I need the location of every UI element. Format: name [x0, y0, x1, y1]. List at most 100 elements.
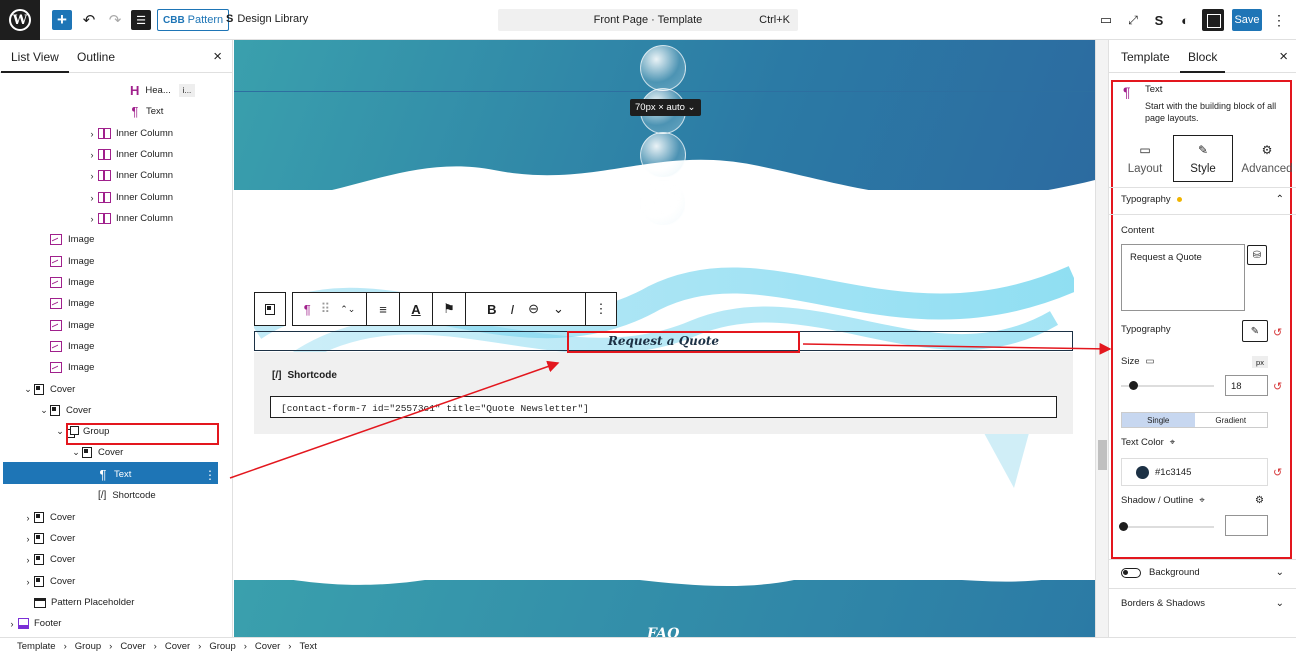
save-button[interactable]: Save: [1232, 9, 1262, 31]
chevron-right-icon[interactable]: ›: [86, 171, 98, 181]
tree-item-footer[interactable]: › Footer: [6, 613, 61, 634]
chevron-right-icon[interactable]: ›: [22, 513, 34, 523]
chevron-right-icon[interactable]: ›: [22, 577, 34, 587]
shadow-slider[interactable]: [1119, 522, 1214, 531]
chevron-down-icon[interactable]: ⌄: [38, 405, 50, 416]
chevron-down-icon[interactable]: ⌄: [22, 384, 34, 395]
hover-state-icon[interactable]: ⌖: [1170, 437, 1175, 448]
borders-shadows-label[interactable]: Borders & Shadows: [1121, 598, 1205, 609]
tree-item-column[interactable]: › Inner Column: [86, 208, 173, 229]
tree-item-image[interactable]: Image: [38, 315, 94, 336]
breadcrumb-item[interactable]: Template: [17, 641, 56, 652]
tab-style[interactable]: ✎ Style: [1173, 135, 1233, 182]
content-textarea[interactable]: Request a Quote: [1121, 244, 1245, 311]
edit-typography-icon[interactable]: ✎: [1242, 320, 1268, 342]
chevron-right-icon[interactable]: ›: [22, 534, 34, 544]
unit-select[interactable]: px: [1252, 356, 1268, 368]
drag-handle-icon[interactable]: ⠿: [321, 301, 331, 317]
breadcrumb-item[interactable]: Cover: [255, 641, 280, 652]
options-menu-icon[interactable]: ⋮: [1272, 9, 1286, 31]
wordpress-logo-button[interactable]: W: [0, 0, 40, 40]
chevron-right-icon[interactable]: ›: [86, 214, 98, 224]
italic-icon[interactable]: I: [510, 302, 514, 317]
block-options-icon[interactable]: ⋮: [585, 292, 617, 326]
size-badge[interactable]: 70px × auto ⌄: [630, 99, 701, 116]
chevron-right-icon[interactable]: ›: [86, 193, 98, 203]
close-icon[interactable]: ×: [1279, 48, 1288, 65]
chevron-up-icon[interactable]: ⌃: [1276, 194, 1284, 205]
scroll-thumb[interactable]: [1098, 440, 1107, 470]
chevron-down-icon[interactable]: ⌄: [1276, 567, 1284, 578]
move-updown-icon[interactable]: ⌃⌄: [340, 304, 355, 315]
tab-outline[interactable]: Outline: [77, 50, 115, 64]
chevron-right-icon[interactable]: ›: [22, 555, 34, 565]
breadcrumb-item[interactable]: Text: [299, 641, 316, 652]
tree-item-image[interactable]: Image: [38, 293, 94, 314]
align-center-icon[interactable]: ≡: [366, 292, 399, 326]
link-icon[interactable]: ⊖: [528, 301, 539, 317]
size-input[interactable]: 18: [1225, 375, 1268, 396]
tab-advanced[interactable]: ⚙ Advanced: [1237, 135, 1296, 182]
stackable-icon[interactable]: S: [1150, 9, 1168, 31]
background-switch[interactable]: [1121, 567, 1141, 578]
text-color-picker[interactable]: #1c3145: [1121, 458, 1268, 486]
tree-item-paragraph[interactable]: ¶ Text ⋮: [86, 464, 217, 485]
single-option[interactable]: Single: [1122, 413, 1195, 427]
flag-icon[interactable]: ⚑: [432, 292, 465, 326]
chevron-down-icon[interactable]: ⌄: [1276, 598, 1284, 609]
select-parent-cover-icon[interactable]: [254, 292, 286, 326]
shadow-slider-thumb[interactable]: [1119, 522, 1128, 531]
tree-item-cover[interactable]: › Cover: [22, 549, 75, 570]
redo-icon[interactable]: ↷: [106, 9, 124, 31]
pattern-button[interactable]: CBB Pattern: [157, 9, 230, 31]
tree-item-placeholder[interactable]: Pattern Placeholder: [22, 592, 134, 613]
styles-contrast-icon[interactable]: ◐: [1176, 9, 1194, 31]
undo-icon[interactable]: ↶: [80, 9, 98, 31]
tree-item-cover[interactable]: ⌄ Cover: [38, 400, 91, 421]
breadcrumb-item[interactable]: Cover: [120, 641, 145, 652]
gear-icon[interactable]: ⚙: [1255, 495, 1264, 506]
tab-list-view[interactable]: List View: [1, 50, 69, 73]
tab-template[interactable]: Template: [1121, 50, 1170, 64]
design-library-button[interactable]: S Design Library: [226, 13, 308, 25]
tree-item-cover[interactable]: › Cover: [22, 528, 75, 549]
tree-item-image[interactable]: Image: [38, 357, 94, 378]
tree-item-column[interactable]: › Inner Column: [86, 144, 173, 165]
bold-icon[interactable]: B: [487, 302, 496, 317]
tree-item-column[interactable]: › Inner Column: [86, 165, 173, 186]
breadcrumb-item[interactable]: Group: [209, 641, 235, 652]
command-palette[interactable]: Front Page · Template Ctrl+K: [498, 9, 798, 31]
add-block-button[interactable]: +: [52, 10, 72, 30]
tree-item-image[interactable]: Image: [38, 251, 94, 272]
tree-item-heading[interactable]: H Hea... i...: [118, 80, 196, 101]
tree-item-cover[interactable]: ⌄ Cover: [22, 379, 75, 400]
close-icon[interactable]: ×: [213, 48, 222, 65]
dynamic-content-icon[interactable]: ⛁: [1247, 245, 1267, 265]
reset-icon[interactable]: ↺: [1273, 380, 1282, 393]
size-slider[interactable]: [1121, 381, 1214, 390]
block-type-switcher[interactable]: ¶ ⠿ ⌃⌄: [292, 292, 366, 326]
more-formats-icon[interactable]: ⌄: [553, 301, 564, 317]
typography-section-toggle[interactable]: Typography: [1121, 194, 1182, 205]
tab-layout[interactable]: ▭ Layout: [1115, 135, 1175, 182]
shortcode-block[interactable]: [/] Shortcode [contact-form-7 id="25573c1…: [254, 352, 1073, 434]
text-color-icon[interactable]: A: [399, 292, 432, 326]
chevron-down-icon[interactable]: ⌄: [70, 447, 82, 458]
hover-state-icon[interactable]: ⌖: [1199, 495, 1204, 506]
tree-item-cover[interactable]: › Cover: [22, 507, 75, 528]
canvas-scrollbar[interactable]: [1095, 40, 1108, 637]
desktop-preview-icon[interactable]: ▭: [1097, 9, 1115, 31]
tree-item-image[interactable]: Image: [38, 336, 94, 357]
tab-block[interactable]: Block: [1179, 50, 1226, 73]
chevron-right-icon[interactable]: ›: [86, 150, 98, 160]
document-overview-icon[interactable]: ☰: [131, 10, 151, 30]
fullscreen-icon[interactable]: ⤢: [1124, 9, 1142, 31]
tree-item-image[interactable]: Image: [38, 272, 94, 293]
background-toggle-row[interactable]: Background: [1121, 567, 1200, 578]
tree-item-shortcode[interactable]: [/] Shortcode: [86, 485, 156, 506]
breadcrumb-item[interactable]: Cover: [165, 641, 190, 652]
tree-item-column[interactable]: › Inner Column: [86, 123, 173, 144]
tree-item-column[interactable]: › Inner Column: [86, 187, 173, 208]
reset-icon[interactable]: ↺: [1273, 466, 1282, 479]
chevron-right-icon[interactable]: ›: [6, 619, 18, 629]
